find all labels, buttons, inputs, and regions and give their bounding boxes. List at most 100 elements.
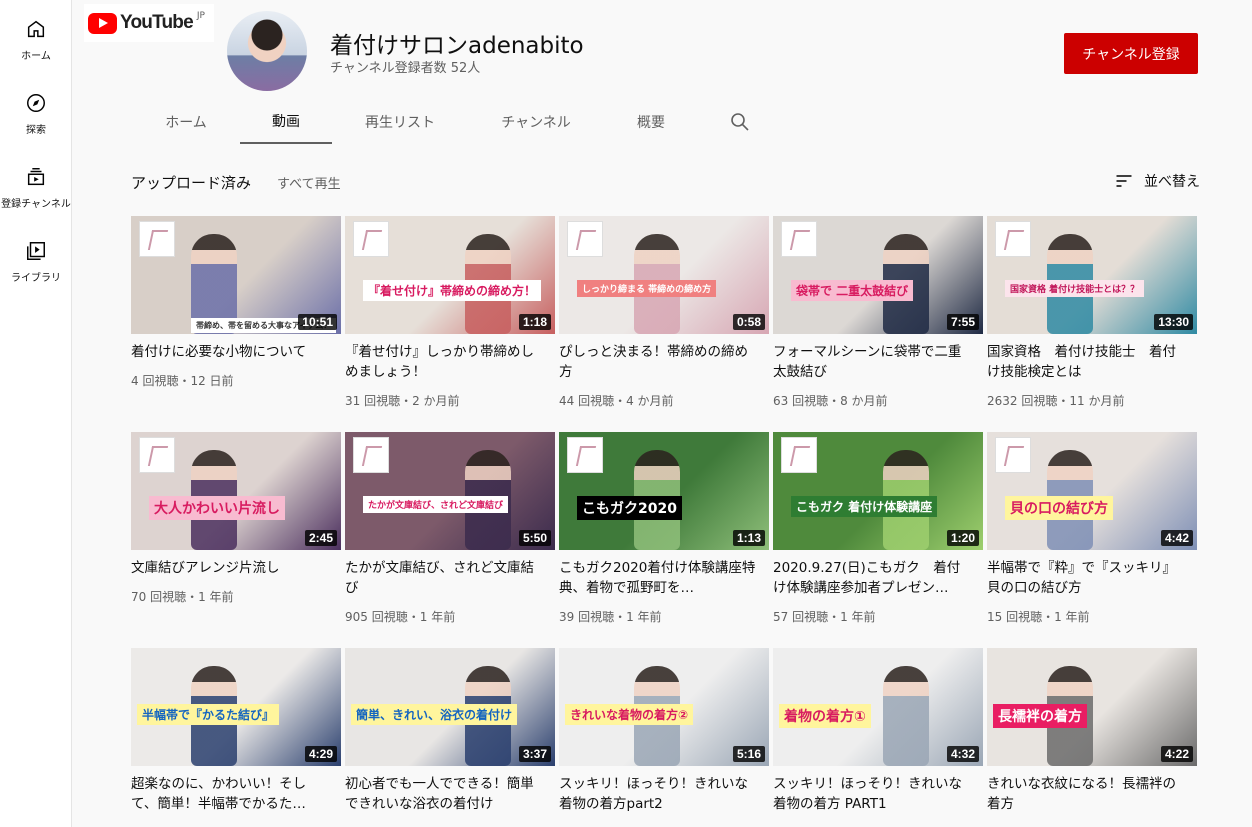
video-thumbnail[interactable]: たかが文庫結び、されど文庫結び 5:50: [345, 432, 555, 550]
view-count: 31 回視聴: [345, 394, 401, 408]
meta-separator: ・: [614, 394, 627, 408]
tab-channels[interactable]: チャンネル: [486, 100, 586, 144]
video-metadata: 39 回視聴・1 年前: [559, 608, 662, 625]
video-thumbnail[interactable]: 『着せ付け』帯締めの締め方！ 1:18: [345, 216, 555, 334]
video-title[interactable]: きれいな衣紋になる！長襦袢の着方: [987, 774, 1187, 814]
search-icon[interactable]: [728, 110, 752, 134]
video-title[interactable]: 初心者でも一人でできる！簡単できれいな浴衣の着付け: [345, 774, 545, 814]
logo-text: YouTube: [120, 12, 194, 33]
video-card[interactable]: 国家資格 着付け技能士とは？？ 13:30 国家資格 着付け技能士 着付け技能検定と…: [987, 216, 1197, 416]
video-card[interactable]: 『着せ付け』帯締めの締め方！ 1:18 『着せ付け』しっかり帯締めしめましょう！ 31…: [345, 216, 555, 416]
thumbnail-caption: 大人かわいい片流し: [149, 496, 285, 520]
video-title[interactable]: こもガク2020着付け体験講座特典、着物で孤野町を…: [559, 558, 759, 598]
video-duration-badge: 5:16: [732, 746, 765, 762]
mini-guide: ホーム 探索 登録チャンネル ライブラリ: [0, 0, 72, 827]
video-thumbnail[interactable]: 長襦袢の着方 4:22: [987, 648, 1197, 766]
video-thumbnail[interactable]: 半幅帯で『かるた結び』 4:29: [131, 648, 341, 766]
thumbnail-caption: きれいな着物の着方②: [565, 704, 694, 725]
video-card[interactable]: 貝の口の結び方 4:42 半幅帯で『粋』で『スッキリ』貝の口の結び方 15 回視聴・1…: [987, 432, 1197, 632]
video-thumbnail[interactable]: 簡単、きれい、浴衣の着付け 3:37: [345, 648, 555, 766]
thumbnail-caption: 半幅帯で『かるた結び』: [137, 704, 280, 725]
video-thumbnail[interactable]: 大人かわいい片流し 2:45: [131, 432, 341, 550]
video-duration-badge: 10:51: [298, 314, 337, 330]
guide-item-explore[interactable]: 探索: [0, 92, 72, 152]
video-card[interactable]: こもガク2020 1:13 こもガク2020着付け体験講座特典、着物で孤野町を… 39…: [559, 432, 769, 632]
guide-item-subscriptions[interactable]: 登録チャンネル: [0, 166, 72, 226]
video-title[interactable]: たかが文庫結び、されど文庫結び: [345, 558, 545, 598]
video-thumbnail[interactable]: 着物の着方① 4:32: [773, 648, 983, 766]
video-card[interactable]: こもガク 着付け体験講座 1:20 2020.9.27(日)こもガク 着付け体験講座…: [773, 432, 983, 632]
youtube-logo[interactable]: YouTube JP: [84, 4, 214, 42]
tab-home[interactable]: ホーム: [148, 100, 224, 144]
video-title[interactable]: スッキリ！ほっそり！きれいな着物の着方part2: [559, 774, 759, 814]
channel-tabs: ホーム 動画 再生リスト チャンネル 概要: [72, 100, 1252, 144]
video-title[interactable]: 超楽なのに、かわいい！そして、簡単！半幅帯でかるた…: [131, 774, 331, 814]
play-all-link[interactable]: すべて再生: [277, 173, 341, 192]
meta-separator: ・: [1057, 394, 1070, 408]
video-thumbnail[interactable]: こもガク 着付け体験講座 1:20: [773, 432, 983, 550]
view-count: 15 回視聴: [987, 610, 1043, 624]
channel-watermark-logo: [995, 221, 1031, 257]
thumbnail-caption: しっかり締まる 帯締めの締め方: [577, 280, 717, 297]
video-metadata: 2632 回視聴・11 か月前: [987, 392, 1124, 409]
video-card[interactable]: 帯締め、帯を留める大事なアイテム！ 10:51 着付けに必要な小物について 4 回視聴…: [131, 216, 341, 416]
video-metadata: 4 回視聴・12 日前: [131, 372, 234, 389]
meta-separator: ・: [186, 590, 199, 604]
thumbnail-caption: こもガク2020: [577, 496, 682, 520]
video-title[interactable]: 着付けに必要な小物について: [131, 342, 331, 362]
thumbnail-caption: 国家資格 着付け技能士とは？？: [1005, 280, 1145, 297]
guide-item-home[interactable]: ホーム: [0, 18, 72, 78]
video-thumbnail[interactable]: 袋帯で 二重太鼓結び 7:55: [773, 216, 983, 334]
thumbnail-caption: 貝の口の結び方: [1005, 496, 1113, 520]
video-duration-badge: 4:42: [1160, 530, 1193, 546]
video-card[interactable]: たかが文庫結び、されど文庫結び 5:50 たかが文庫結び、されど文庫結び 905 回視…: [345, 432, 555, 632]
video-card[interactable]: 着物の着方① 4:32 スッキリ！ほっそり！きれいな着物の着方 PART1: [773, 648, 983, 827]
upload-age: 1 年前: [198, 590, 234, 604]
video-duration-badge: 5:50: [518, 530, 551, 546]
video-title[interactable]: 国家資格 着付け技能士 着付け技能検定とは: [987, 342, 1187, 382]
video-card[interactable]: 半幅帯で『かるた結び』 4:29 超楽なのに、かわいい！そして、簡単！半幅帯でかるた…: [131, 648, 341, 827]
upload-age: 1 年前: [840, 610, 876, 624]
guide-item-library[interactable]: ライブラリ: [0, 240, 72, 300]
video-metadata: 44 回視聴・4 か月前: [559, 392, 674, 409]
video-thumbnail[interactable]: 国家資格 着付け技能士とは？？ 13:30: [987, 216, 1197, 334]
video-title[interactable]: 2020.9.27(日)こもガク 着付け体験講座参加者プレゼン…: [773, 558, 973, 598]
video-thumbnail[interactable]: こもガク2020 1:13: [559, 432, 769, 550]
tab-videos[interactable]: 動画: [240, 100, 332, 144]
video-duration-badge: 3:37: [518, 746, 551, 762]
tab-playlists[interactable]: 再生リスト: [352, 100, 448, 144]
thumbnail-caption: たかが文庫結び、されど文庫結び: [363, 496, 509, 513]
video-thumbnail[interactable]: 帯締め、帯を留める大事なアイテム！ 10:51: [131, 216, 341, 334]
video-title[interactable]: 文庫結びアレンジ片流し: [131, 558, 331, 578]
video-duration-badge: 2:45: [304, 530, 337, 546]
video-title[interactable]: 『着せ付け』しっかり帯締めしめましょう！: [345, 342, 545, 382]
channel-watermark-logo: [567, 437, 603, 473]
video-title[interactable]: 半幅帯で『粋』で『スッキリ』貝の口の結び方: [987, 558, 1187, 598]
video-card[interactable]: 長襦袢の着方 4:22 きれいな衣紋になる！長襦袢の着方: [987, 648, 1197, 827]
upload-age: 1 年前: [626, 610, 662, 624]
upload-age: 4 か月前: [626, 394, 674, 408]
channel-avatar[interactable]: [227, 11, 307, 91]
channel-watermark-logo: [353, 437, 389, 473]
shelf-title: アップロード済み: [131, 174, 252, 192]
video-thumbnail[interactable]: 貝の口の結び方 4:42: [987, 432, 1197, 550]
video-card[interactable]: しっかり締まる 帯締めの締め方 0:58 ぴしっと決まる！帯締めの締め方 44 回視聴…: [559, 216, 769, 416]
video-title[interactable]: スッキリ！ほっそり！きれいな着物の着方 PART1: [773, 774, 973, 814]
tab-about[interactable]: 概要: [618, 100, 684, 144]
video-card[interactable]: 簡単、きれい、浴衣の着付け 3:37 初心者でも一人でできる！簡単できれいな浴衣の着…: [345, 648, 555, 827]
video-duration-badge: 1:13: [732, 530, 765, 546]
sort-label: 並べ替え: [1144, 174, 1200, 190]
video-card[interactable]: きれいな着物の着方② 5:16 スッキリ！ほっそり！きれいな着物の着方part2: [559, 648, 769, 827]
compass-icon: [27, 94, 45, 112]
video-title[interactable]: ぴしっと決まる！帯締めの締め方: [559, 342, 759, 382]
sort-button[interactable]: 並べ替え: [1114, 171, 1200, 191]
video-card[interactable]: 大人かわいい片流し 2:45 文庫結びアレンジ片流し 70 回視聴・1 年前: [131, 432, 341, 632]
video-title[interactable]: フォーマルシーンに袋帯で二重太鼓結び: [773, 342, 973, 382]
video-thumbnail[interactable]: しっかり締まる 帯締めの締め方 0:58: [559, 216, 769, 334]
subscribe-button[interactable]: チャンネル登録: [1064, 33, 1198, 74]
video-card[interactable]: 袋帯で 二重太鼓結び 7:55 フォーマルシーンに袋帯で二重太鼓結び 63 回視聴・8…: [773, 216, 983, 416]
channel-watermark-logo: [567, 221, 603, 257]
thumbnail-caption: こもガク 着付け体験講座: [791, 496, 938, 517]
video-thumbnail[interactable]: きれいな着物の着方② 5:16: [559, 648, 769, 766]
thumbnail-caption: 『着せ付け』帯締めの締め方！: [363, 280, 542, 301]
